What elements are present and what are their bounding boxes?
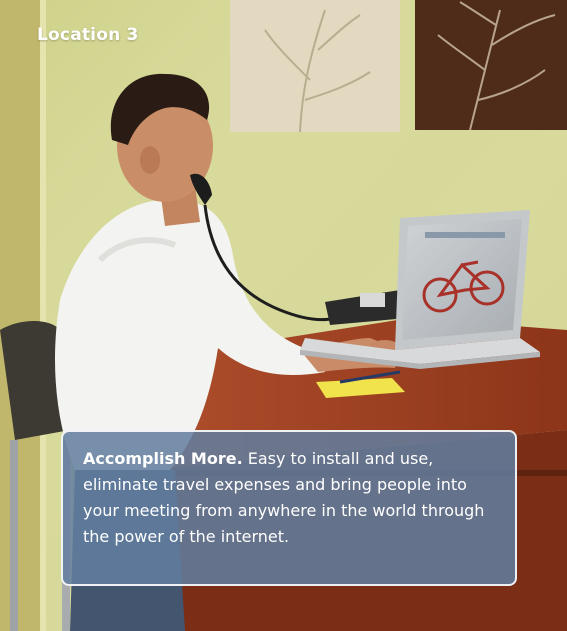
art-panel-brown xyxy=(415,0,567,130)
photo-scene: Location 3 Accomplish More. Easy to inst… xyxy=(0,0,567,631)
caption-text: Accomplish More. Easy to install and use… xyxy=(83,446,497,550)
caption-lead: Accomplish More. xyxy=(83,449,243,468)
caption-box: Accomplish More. Easy to install and use… xyxy=(61,430,517,586)
art-panel-beige xyxy=(230,0,400,132)
location-label: Location 3 xyxy=(37,25,139,45)
door-frame xyxy=(0,0,40,631)
